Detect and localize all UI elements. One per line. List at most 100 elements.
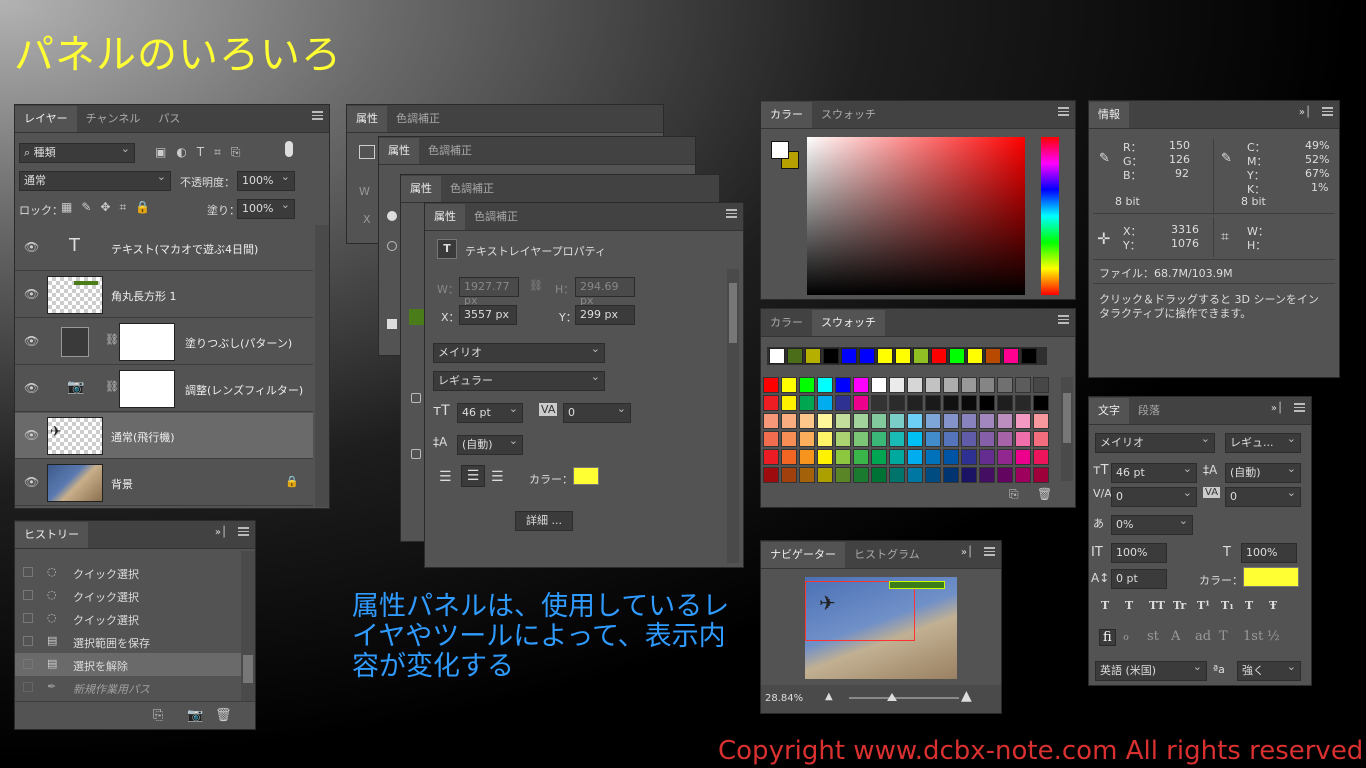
panel-menu-icon[interactable]: [1322, 107, 1333, 116]
recent-swatch[interactable]: [1021, 348, 1037, 364]
height-input[interactable]: 294.69 px: [575, 277, 635, 307]
view-rectangle[interactable]: [805, 581, 915, 641]
swatch[interactable]: [889, 431, 905, 447]
tab-adjustments[interactable]: 色調補正: [465, 204, 527, 230]
swatch[interactable]: [961, 413, 977, 429]
y-input[interactable]: 299 px: [575, 305, 635, 325]
anti-alias-select[interactable]: 強く: [1237, 660, 1301, 681]
swatch[interactable]: [871, 431, 887, 447]
swatch[interactable]: [997, 449, 1013, 465]
tab-swatches[interactable]: スウォッチ: [812, 310, 885, 336]
layer-row[interactable]: 👁 T テキスト(マカオで遊ぶ4日間): [15, 225, 313, 271]
swatch[interactable]: [817, 395, 833, 411]
blend-mode-select[interactable]: 通常: [19, 170, 171, 191]
link-icon[interactable]: ⛓: [529, 279, 543, 292]
history-item[interactable]: ◌ クイック選択: [15, 607, 255, 630]
recent-swatch[interactable]: [787, 348, 803, 364]
swatch[interactable]: [997, 377, 1013, 393]
swatch[interactable]: [979, 467, 995, 483]
layer-row[interactable]: 👁 📷 ⛓ 調整(レンズフィルター): [15, 366, 313, 412]
swatch[interactable]: [907, 449, 923, 465]
swatch[interactable]: [763, 377, 779, 393]
navigator-preview[interactable]: ✈: [805, 577, 957, 679]
layer-kind-filter[interactable]: ⌕ 種類: [19, 142, 135, 163]
eye-icon[interactable]: 👁: [24, 240, 39, 254]
collapse-icon[interactable]: »│: [215, 527, 227, 538]
font-family-select[interactable]: メイリオ: [1095, 432, 1215, 453]
eye-icon[interactable]: 👁: [24, 381, 39, 395]
swatch[interactable]: [961, 449, 977, 465]
swatch[interactable]: [907, 431, 923, 447]
swatch[interactable]: [781, 395, 797, 411]
font-size-select[interactable]: 46 pt: [1111, 462, 1197, 483]
tab-layers[interactable]: レイヤー: [15, 106, 77, 132]
swatch[interactable]: [781, 431, 797, 447]
panel-menu-icon[interactable]: [238, 527, 249, 536]
fill-input[interactable]: 100%: [237, 198, 295, 219]
recent-swatch[interactable]: [859, 348, 875, 364]
swatch[interactable]: [871, 395, 887, 411]
swatch[interactable]: [1015, 449, 1031, 465]
trash-icon[interactable]: 🗑: [1037, 487, 1052, 501]
snapshot-checkbox[interactable]: [23, 636, 33, 646]
swatch[interactable]: [961, 395, 977, 411]
tab-info[interactable]: 情報: [1089, 102, 1129, 128]
vertical-scale-input[interactable]: 100%: [1111, 543, 1167, 563]
swatch[interactable]: [763, 449, 779, 465]
recent-swatch[interactable]: [1003, 348, 1019, 364]
align-left-icon[interactable]: ☰: [439, 469, 452, 485]
layer-row-selected[interactable]: 👁 ✈ 通常(飛行機): [15, 413, 313, 459]
lock-icons[interactable]: ▦✎✥⌗🔒: [61, 200, 159, 215]
recent-swatch[interactable]: [931, 348, 947, 364]
swatch[interactable]: [853, 431, 869, 447]
swatch[interactable]: [835, 431, 851, 447]
swatch[interactable]: [961, 431, 977, 447]
recent-swatch[interactable]: [967, 348, 983, 364]
tab-color[interactable]: カラー: [761, 310, 812, 336]
swatch[interactable]: [871, 377, 887, 393]
opentype-button[interactable]: fi: [1099, 629, 1116, 646]
recent-swatch[interactable]: [841, 348, 857, 364]
snapshot-checkbox[interactable]: [23, 613, 33, 623]
snapshot-checkbox[interactable]: [23, 590, 33, 600]
swatch[interactable]: [763, 431, 779, 447]
swatch[interactable]: [907, 377, 923, 393]
camera-icon[interactable]: 📷: [187, 708, 203, 723]
swatch[interactable]: [835, 377, 851, 393]
tab-paths[interactable]: パス: [149, 106, 189, 132]
layer-row[interactable]: 👁 角丸長方形 1: [15, 272, 313, 318]
color-field[interactable]: [807, 137, 1025, 295]
zoom-slider[interactable]: [849, 693, 959, 701]
swatch[interactable]: [979, 377, 995, 393]
recent-swatch[interactable]: [805, 348, 821, 364]
swatch[interactable]: [781, 377, 797, 393]
history-item[interactable]: ◌ クイック選択: [15, 561, 255, 584]
recent-swatch[interactable]: [949, 348, 965, 364]
swatch[interactable]: [889, 467, 905, 483]
history-item[interactable]: ▤ 選択範囲を保存: [15, 630, 255, 653]
swatch[interactable]: [943, 431, 959, 447]
text-color-swatch[interactable]: [573, 467, 599, 485]
align-right-icon[interactable]: ☰: [491, 469, 504, 485]
opentype-button[interactable]: 1st: [1243, 629, 1263, 644]
swatch[interactable]: [943, 467, 959, 483]
swatch[interactable]: [853, 377, 869, 393]
tab-adjustments[interactable]: 色調補正: [387, 106, 449, 132]
swatch[interactable]: [1033, 431, 1049, 447]
opentype-button[interactable]: st: [1147, 629, 1159, 644]
swatch[interactable]: [853, 395, 869, 411]
swatch[interactable]: [943, 449, 959, 465]
baseline-shift-input[interactable]: 0 pt: [1111, 569, 1167, 589]
swatch[interactable]: [961, 467, 977, 483]
recent-swatch[interactable]: [913, 348, 929, 364]
recent-swatch[interactable]: [895, 348, 911, 364]
swatch[interactable]: [1033, 395, 1049, 411]
details-button[interactable]: 詳細 ...: [515, 511, 573, 531]
width-input[interactable]: 1927.77 px: [459, 277, 519, 307]
layer-row[interactable]: 👁 背景 🔒: [15, 460, 313, 506]
snapshot-checkbox[interactable]: [23, 567, 33, 577]
font-style-select[interactable]: レギュ...: [1225, 432, 1301, 453]
trash-icon[interactable]: 🗑: [215, 708, 232, 723]
swatch[interactable]: [997, 467, 1013, 483]
layers-scrollbar[interactable]: [315, 225, 329, 507]
